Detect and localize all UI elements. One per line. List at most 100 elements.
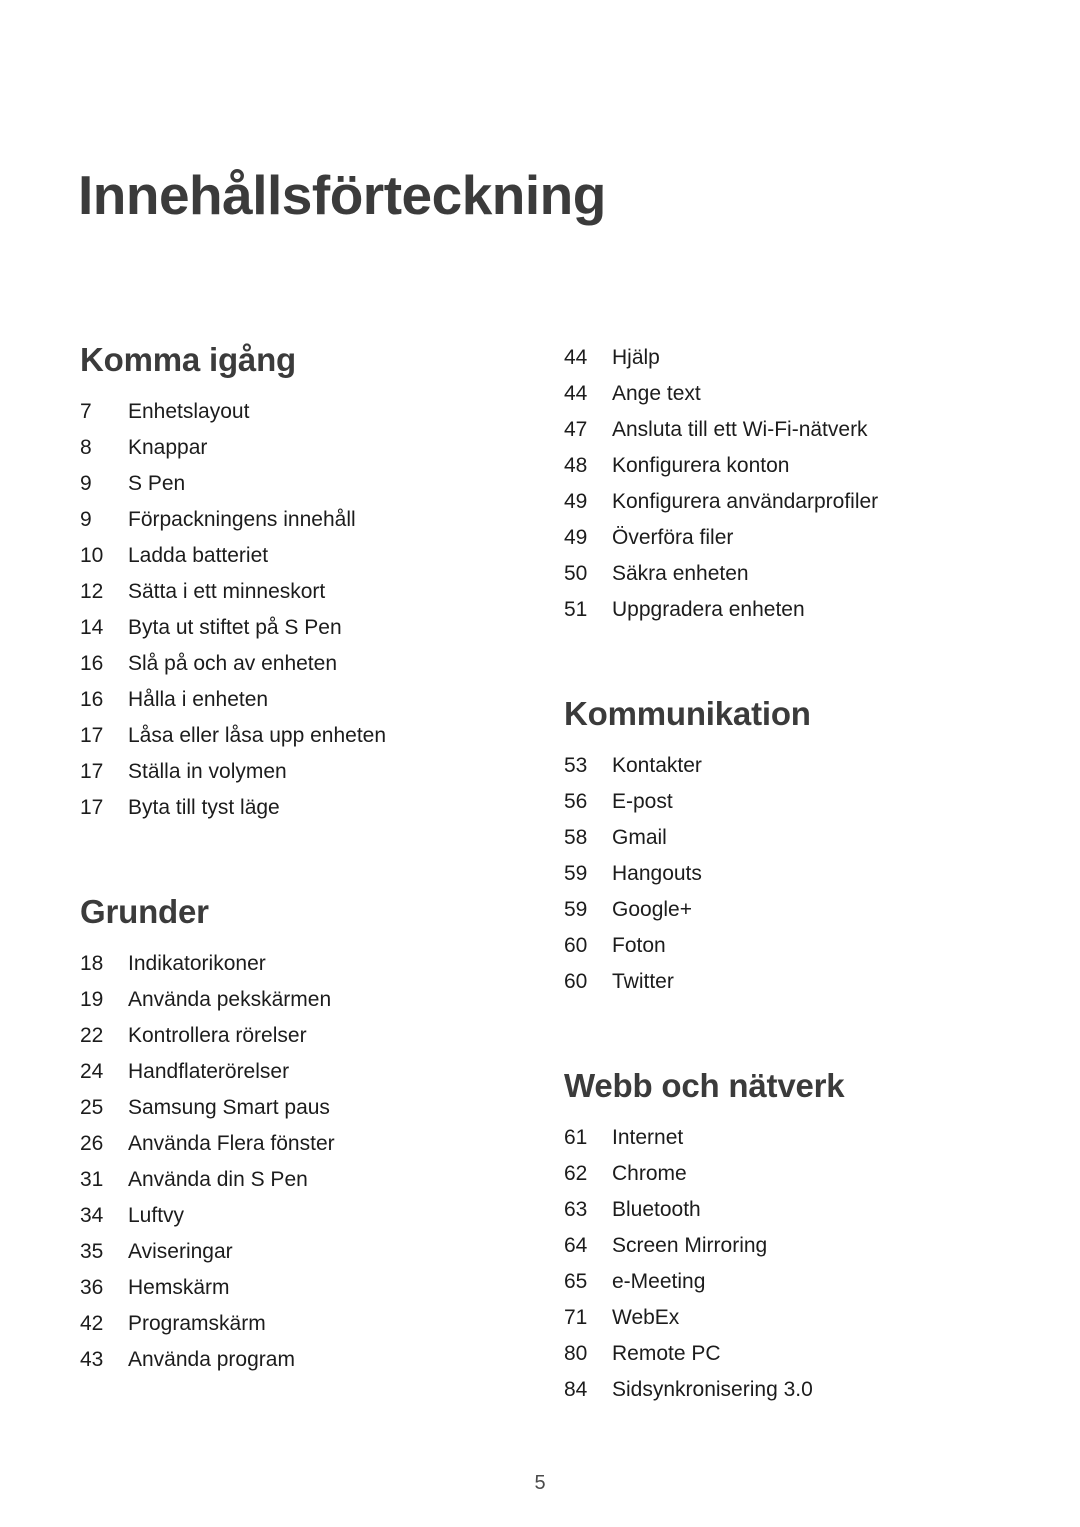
- toc-section-heading: Webb och nätverk: [564, 1067, 845, 1104]
- toc-entry-label: Screen Mirroring: [612, 1234, 768, 1257]
- toc-entry-label: Ladda batteriet: [128, 544, 269, 567]
- toc-entry-label: Hemskärm: [128, 1276, 230, 1299]
- toc-entry[interactable]: 84 Sidsynkronisering 3.0: [564, 1372, 1002, 1408]
- toc-entry[interactable]: 8 Knappar: [80, 430, 482, 466]
- toc-entry[interactable]: 59 Google+: [564, 892, 1002, 928]
- toc-entry-label: WebEx: [612, 1306, 680, 1329]
- toc-entry-page: 17: [80, 760, 104, 783]
- toc-entry-label: Twitter: [612, 970, 674, 993]
- toc-entry[interactable]: 24 Handflaterörelser: [80, 1054, 482, 1090]
- toc-entry-label: Kontrollera rörelser: [128, 1024, 307, 1047]
- toc-entry[interactable]: 63 Bluetooth: [564, 1192, 1002, 1228]
- toc-entry[interactable]: 48 Konfigurera konton: [564, 448, 1002, 484]
- toc-entry-page: 58: [564, 826, 588, 849]
- toc-entry[interactable]: 17 Låsa eller låsa upp enheten: [80, 718, 482, 754]
- toc-entry-page: 50: [564, 562, 588, 585]
- toc-entry-label: Hålla i enheten: [128, 688, 269, 711]
- toc-entry[interactable]: 16 Slå på och av enheten: [80, 646, 482, 682]
- toc-entry[interactable]: 50 Säkra enheten: [564, 556, 1002, 592]
- toc-entry-label: Aviseringar: [128, 1240, 233, 1263]
- toc-entry[interactable]: 34 Luftvy: [80, 1198, 482, 1234]
- toc-entry[interactable]: 80 Remote PC: [564, 1336, 1002, 1372]
- toc-columns: Komma igång 7 Enhetslayout 8 Knappar 9 S Pen 9 F…: [0, 340, 1080, 1408]
- toc-entry-label: S Pen: [128, 472, 186, 495]
- toc-entry[interactable]: 61 Internet: [564, 1120, 1002, 1156]
- toc-entry-page: 25: [80, 1096, 104, 1119]
- toc-entry[interactable]: 49 Konfigurera användarprofiler: [564, 484, 1002, 520]
- toc-entry[interactable]: 43 Använda program: [80, 1342, 482, 1378]
- toc-entry[interactable]: 44 Ange text: [564, 376, 1002, 412]
- toc-entry[interactable]: 49 Överföra filer: [564, 520, 1002, 556]
- toc-entry[interactable]: 36 Hemskärm: [80, 1270, 482, 1306]
- toc-entry-label: Ansluta till ett Wi-Fi-nätverk: [612, 418, 868, 441]
- toc-entry-label: Handflaterörelser: [128, 1060, 290, 1083]
- toc-entry-page: 49: [564, 490, 588, 513]
- toc-entry[interactable]: 44 Hjälp: [564, 340, 1002, 376]
- toc-entry[interactable]: 31 Använda din S Pen: [80, 1162, 482, 1198]
- toc-entry[interactable]: 47 Ansluta till ett Wi-Fi-nätverk: [564, 412, 1002, 448]
- toc-entry-label: Använda program: [128, 1348, 295, 1371]
- toc-entry-page: 17: [80, 724, 104, 747]
- toc-entry[interactable]: 59 Hangouts: [564, 856, 1002, 892]
- toc-entry-label: Knappar: [128, 436, 208, 459]
- toc-entry-label: Uppgradera enheten: [612, 598, 805, 621]
- toc-entry[interactable]: 9 S Pen: [80, 466, 482, 502]
- toc-entry[interactable]: 17 Byta till tyst läge: [80, 790, 482, 826]
- toc-column-right: 44 Hjälp 44 Ange text 47 Ansluta till ett Wi-…: [482, 340, 1002, 1408]
- toc-entry[interactable]: 42 Programskärm: [80, 1306, 482, 1342]
- toc-entry[interactable]: 62 Chrome: [564, 1156, 1002, 1192]
- toc-page: Innehållsförteckning Komma igång 7 Enhetsl…: [0, 0, 1080, 1527]
- toc-entry-label: Gmail: [612, 826, 667, 849]
- page-number: 5: [534, 1472, 546, 1494]
- toc-entry-label: Foton: [612, 934, 666, 957]
- toc-entry[interactable]: 18 Indikatorikoner: [80, 946, 482, 982]
- toc-entry-list: 61 Internet 62 Chrome 63 Bluetooth 64 Screen Mi…: [564, 1120, 1002, 1408]
- toc-entry-list: 18 Indikatorikoner 19 Använda pekskärmen 22 K…: [80, 946, 482, 1378]
- toc-entry-page: 14: [80, 616, 104, 639]
- toc-entry[interactable]: 22 Kontrollera rörelser: [80, 1018, 482, 1054]
- toc-entry-page: 48: [564, 454, 588, 477]
- toc-section-heading: Kommunikation: [564, 695, 811, 732]
- toc-entry-page: 8: [80, 436, 92, 459]
- toc-entry[interactable]: 60 Twitter: [564, 964, 1002, 1000]
- toc-entry[interactable]: 26 Använda Flera fönster: [80, 1126, 482, 1162]
- toc-entry[interactable]: 12 Sätta i ett minneskort: [80, 574, 482, 610]
- toc-entry[interactable]: 17 Ställa in volymen: [80, 754, 482, 790]
- toc-entry-label: Kontakter: [612, 754, 702, 777]
- toc-entry-page: 84: [564, 1378, 588, 1401]
- toc-entry-page: 51: [564, 598, 588, 621]
- toc-entry-label: Låsa eller låsa upp enheten: [128, 724, 387, 747]
- toc-entry[interactable]: 53 Kontakter: [564, 748, 1002, 784]
- toc-entry[interactable]: 7 Enhetslayout: [80, 394, 482, 430]
- toc-entry[interactable]: 16 Hålla i enheten: [80, 682, 482, 718]
- toc-entry[interactable]: 25 Samsung Smart paus: [80, 1090, 482, 1126]
- toc-entry-page: 60: [564, 934, 588, 957]
- toc-entry-page: 16: [80, 688, 104, 711]
- toc-entry-page: 26: [80, 1132, 104, 1155]
- page-title: Innehållsförteckning: [78, 163, 606, 226]
- toc-section: Webb och nätverk 61 Internet 62 Chrome 63 Blue…: [564, 1066, 1002, 1408]
- toc-entry[interactable]: 51 Uppgradera enheten: [564, 592, 1002, 628]
- toc-entry-label: Byta till tyst läge: [128, 796, 280, 819]
- toc-entry[interactable]: 14 Byta ut stiftet på S Pen: [80, 610, 482, 646]
- toc-entry[interactable]: 10 Ladda batteriet: [80, 538, 482, 574]
- toc-entry[interactable]: 58 Gmail: [564, 820, 1002, 856]
- toc-entry-page: 17: [80, 796, 104, 819]
- toc-entry[interactable]: 35 Aviseringar: [80, 1234, 482, 1270]
- toc-section: Grunder 18 Indikatorikoner 19 Använda pekskä…: [80, 892, 482, 1378]
- toc-entry-page: 31: [80, 1168, 104, 1191]
- toc-entry[interactable]: 56 E-post: [564, 784, 1002, 820]
- toc-entry-label: Chrome: [612, 1162, 687, 1185]
- toc-entry[interactable]: 60 Foton: [564, 928, 1002, 964]
- toc-entry-label: Hjälp: [612, 346, 660, 369]
- toc-entry[interactable]: 71 WebEx: [564, 1300, 1002, 1336]
- toc-entry-page: 59: [564, 898, 588, 921]
- toc-entry[interactable]: 9 Förpackningens innehåll: [80, 502, 482, 538]
- toc-entry-list: 53 Kontakter 56 E-post 58 Gmail 59 Hangouts 59 Go…: [564, 748, 1002, 1000]
- toc-entry-label: Konfigurera användarprofiler: [612, 490, 879, 513]
- toc-entry[interactable]: 19 Använda pekskärmen: [80, 982, 482, 1018]
- toc-entry-page: 80: [564, 1342, 588, 1365]
- toc-entry-page: 71: [564, 1306, 588, 1329]
- toc-entry[interactable]: 65 e-Meeting: [564, 1264, 1002, 1300]
- toc-entry[interactable]: 64 Screen Mirroring: [564, 1228, 1002, 1264]
